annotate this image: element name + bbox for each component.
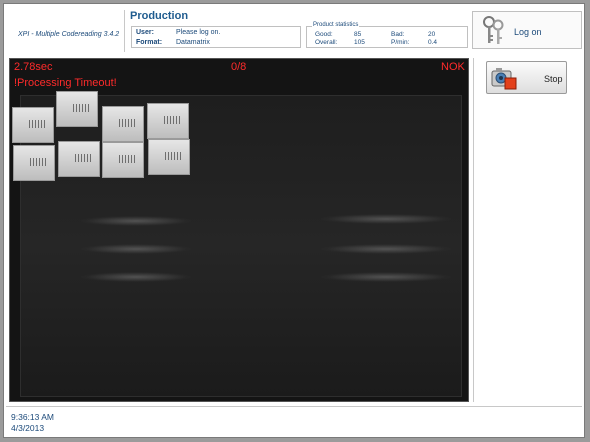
product-box (58, 141, 100, 177)
reflection-glare (81, 216, 191, 226)
rate-value: 0.4 (428, 39, 438, 46)
reflection-glare (321, 214, 451, 224)
product-box (12, 107, 54, 143)
format-label: Format: (136, 39, 163, 46)
bad-label: Bad: (391, 31, 405, 38)
footer-divider (6, 406, 582, 407)
footer-date: 4/3/2013 (11, 423, 45, 433)
reflection-glare (81, 244, 191, 254)
camera-stop-icon (491, 68, 517, 90)
result-status: NOK (441, 61, 465, 73)
stats-title: Product statistics (312, 22, 360, 28)
product-statistics: Product statistics Good: 85 Bad: 20 Over… (306, 22, 468, 48)
bad-value: 20 (428, 31, 436, 38)
app-name: XPI - Multiple Codereading 3.4.2 (18, 31, 120, 38)
error-message: !Processing Timeout! (14, 77, 117, 89)
product-box (102, 106, 144, 142)
camera-view: 2.78sec 0/8 NOK !Processing Timeout! (9, 58, 469, 402)
stop-button[interactable]: Stop (486, 61, 567, 94)
user-value: Please log on. (176, 29, 221, 36)
good-label: Good: (315, 31, 333, 38)
overall-value: 105 (354, 39, 365, 46)
product-box (102, 142, 144, 178)
product-box (13, 145, 55, 181)
footer-time: 9:36:13 AM (11, 412, 55, 422)
format-value: Datamatrix (176, 39, 210, 46)
page-title: Production (130, 10, 189, 22)
header-divider (124, 10, 125, 52)
stop-label: Stop (544, 74, 563, 84)
read-count: 0/8 (231, 61, 247, 73)
user-row: User: Please log on. (136, 29, 220, 36)
reflection-glare (81, 272, 191, 282)
logon-button[interactable]: Log on (472, 11, 582, 49)
rate-label: P/min: (391, 39, 410, 46)
product-box (147, 103, 189, 139)
reflection-glare (321, 244, 451, 254)
overall-label: Overall: (315, 39, 338, 46)
user-info-box: User: Please log on. Format: Datamatrix (131, 26, 301, 48)
user-label: User: (136, 29, 154, 36)
product-box (56, 91, 98, 127)
logon-label: Log on (514, 27, 542, 37)
keys-icon (483, 16, 504, 44)
reflection-glare (321, 272, 451, 282)
cycle-time: 2.78sec (14, 61, 53, 73)
format-row: Format: Datamatrix (136, 39, 210, 46)
panel-divider (473, 58, 474, 402)
good-value: 85 (354, 31, 362, 38)
header: XPI - Multiple Codereading 3.4.2 Product… (6, 6, 584, 53)
product-box (148, 139, 190, 175)
